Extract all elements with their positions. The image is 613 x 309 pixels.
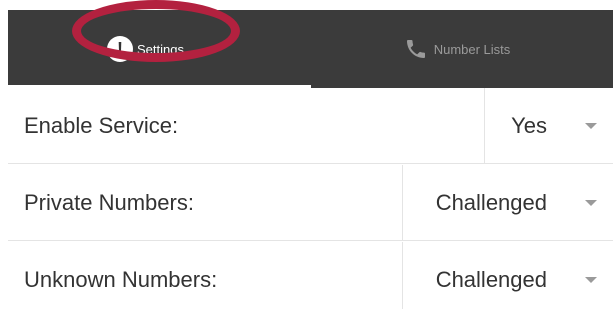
private-numbers-value: Challenged xyxy=(435,189,547,215)
caret-down-icon xyxy=(585,122,597,129)
setting-row-private-numbers: Private Numbers: Challenged xyxy=(8,165,613,241)
enable-service-label: Enable Service: xyxy=(24,112,179,138)
enable-service-value: Yes xyxy=(511,112,547,138)
tab-settings[interactable]: ! Settings xyxy=(8,10,311,88)
caret-down-icon xyxy=(585,277,597,283)
setting-row-enable-service: Enable Service: Yes xyxy=(8,88,613,164)
tab-number-lists[interactable]: Number Lists xyxy=(311,10,613,88)
tab-settings-label: Settings xyxy=(137,41,184,57)
caret-down-icon xyxy=(585,199,597,206)
tab-number-lists-content: Number Lists xyxy=(404,37,511,61)
private-numbers-select[interactable]: Challenged xyxy=(402,165,613,240)
tab-number-lists-label: Number Lists xyxy=(433,41,511,57)
phone-icon xyxy=(404,37,428,61)
app-root: ! Settings Number Lists Enable Service: … xyxy=(0,0,613,309)
unknown-numbers-value: Challenged xyxy=(435,267,547,292)
unknown-numbers-select[interactable]: Challenged xyxy=(402,242,613,309)
tab-settings-content: ! Settings xyxy=(107,36,184,62)
setting-row-unknown-numbers: Unknown Numbers: Challenged xyxy=(8,242,613,309)
alert-circle-icon: ! xyxy=(107,36,133,62)
tab-bar: ! Settings Number Lists xyxy=(8,10,613,88)
enable-service-select[interactable]: Yes xyxy=(484,88,613,163)
private-numbers-label: Private Numbers: xyxy=(24,189,194,215)
unknown-numbers-label: Unknown Numbers: xyxy=(24,267,218,292)
